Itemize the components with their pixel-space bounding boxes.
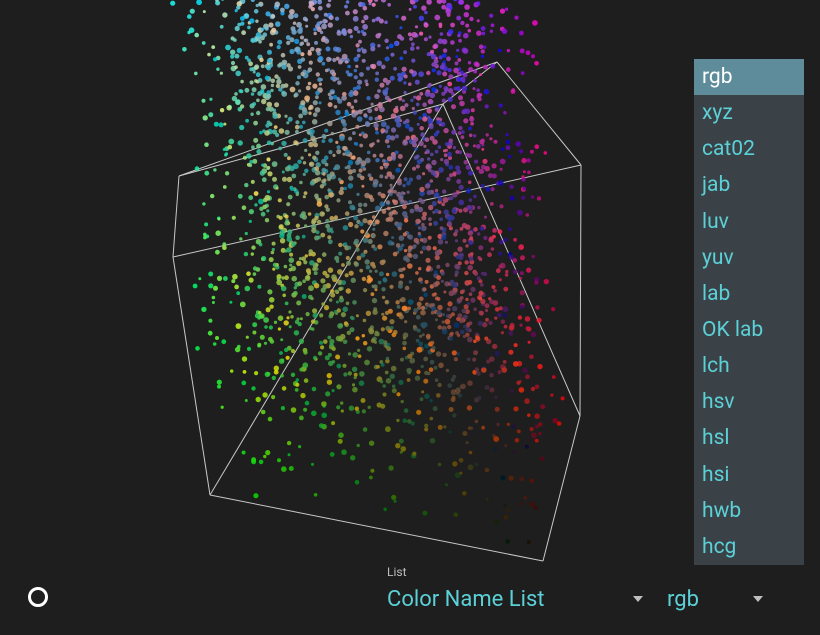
space-select-value: rgb <box>667 587 699 612</box>
ring-icon <box>28 587 48 607</box>
space-select[interactable]: rgb <box>667 583 767 615</box>
space-option-hsi[interactable]: hsi <box>694 457 804 493</box>
space-option-yuv[interactable]: yuv <box>694 240 804 276</box>
space-option-cat02[interactable]: cat02 <box>694 131 804 167</box>
space-option-luv[interactable]: luv <box>694 204 804 240</box>
list-control: List Color Name List <box>387 565 647 615</box>
space-option-lab[interactable]: lab <box>694 276 804 312</box>
space-option-hsv[interactable]: hsv <box>694 384 804 420</box>
space-option-jab[interactable]: jab <box>694 167 804 203</box>
bottom-controls: List Color Name List rgb <box>387 565 804 615</box>
space-control: rgb <box>667 583 767 615</box>
chevron-down-icon <box>753 596 763 602</box>
space-option-hwb[interactable]: hwb <box>694 493 804 529</box>
list-select[interactable]: Color Name List <box>387 583 647 615</box>
space-option-hsl[interactable]: hsl <box>694 420 804 456</box>
space-option-hcg[interactable]: hcg <box>694 529 804 565</box>
space-option-xyz[interactable]: xyz <box>694 95 804 131</box>
space-option-rgb[interactable]: rgb <box>694 59 804 95</box>
space-option-lch[interactable]: lch <box>694 348 804 384</box>
space-option-OK-lab[interactable]: OK lab <box>694 312 804 348</box>
list-select-value: Color Name List <box>387 587 545 612</box>
chevron-down-icon <box>633 596 643 602</box>
color-space-dropdown-list[interactable]: rgbxyzcat02jabluvyuvlabOK lablchhsvhslhs… <box>694 59 804 565</box>
list-label: List <box>387 565 647 579</box>
